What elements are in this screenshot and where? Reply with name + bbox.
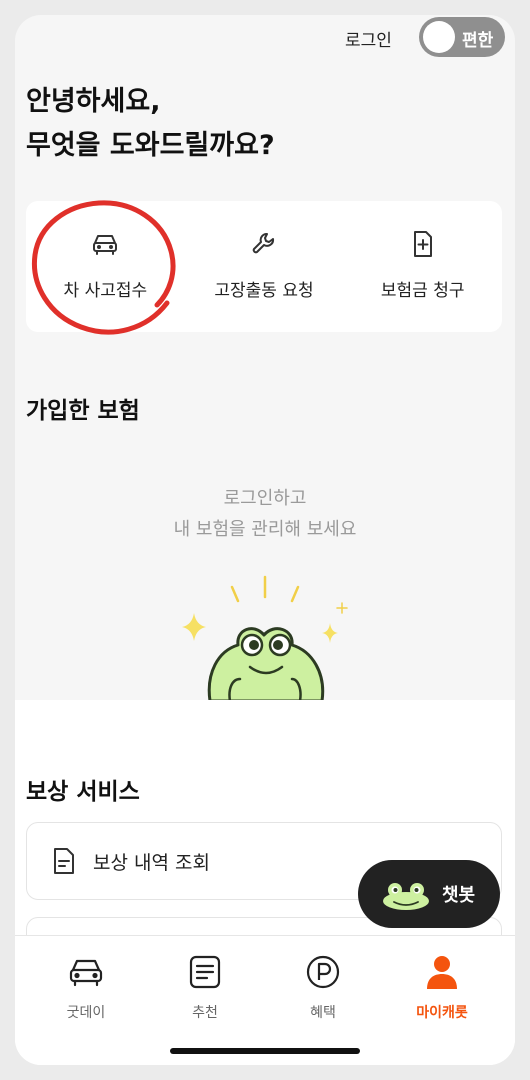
frog-mascot-illustration <box>182 575 348 701</box>
point-icon <box>306 955 340 989</box>
car-icon <box>93 235 118 255</box>
nav-label: 굿데이 <box>66 1005 106 1021</box>
chatbot-label: 챗봇 <box>442 885 476 906</box>
greeting-title: 안녕하세요, 무엇을 도와드릴까요? <box>26 80 275 168</box>
quick-action-label: 보험금 청구 <box>380 281 465 301</box>
nav-item-benefits[interactable]: 혜택 <box>278 952 368 1022</box>
car-icon <box>69 959 103 987</box>
nav-label: 마이캐롯 <box>416 1005 468 1021</box>
list-icon <box>189 955 221 989</box>
nav-item-recommend[interactable]: 추천 <box>160 952 250 1022</box>
nav-item-goodday[interactable]: 굿데이 <box>41 952 131 1022</box>
login-prompt[interactable]: 로그인하고 내 보험을 관리해 보세요 <box>15 483 515 545</box>
toggle-knob <box>423 21 455 53</box>
compensation-title: 보상 서비스 <box>26 779 140 805</box>
greeting-line-2: 무엇을 도와드릴까요? <box>26 130 275 161</box>
easy-mode-label: 편한 <box>462 31 494 51</box>
person-icon <box>427 956 457 989</box>
compensation-history-label: 보상 내역 조회 <box>93 852 210 874</box>
my-insurance-title: 가입한 보험 <box>26 398 140 424</box>
frog-icon <box>383 883 429 910</box>
quick-action-label: 차 사고접수 <box>63 281 148 301</box>
quick-action-insurance-claim[interactable]: 보험금 청구 <box>343 201 502 332</box>
document-icon <box>54 848 74 874</box>
bottom-navigation: 굿데이 추천 혜택 마이캐롯 <box>15 935 515 1065</box>
nav-item-my-carrot[interactable]: 마이캐롯 <box>397 952 487 1022</box>
quick-actions-card: 차 사고접수 고장출동 요청 보험금 청구 <box>26 201 502 332</box>
nav-label: 추천 <box>192 1005 218 1021</box>
chatbot-button[interactable]: 챗봇 <box>358 860 500 928</box>
login-prompt-line-1: 로그인하고 <box>223 488 307 509</box>
quick-action-accident-report[interactable]: 차 사고접수 <box>26 201 185 332</box>
app-screen: 로그인 편한 안녕하세요, 무엇을 도와드릴까요? 차 사고접수 고장출동 요청 <box>15 15 515 1065</box>
wrench-icon <box>252 233 275 254</box>
login-link[interactable]: 로그인 <box>345 26 392 51</box>
home-indicator <box>170 1048 360 1054</box>
nav-label: 혜택 <box>310 1005 336 1021</box>
quick-action-label: 고장출동 요청 <box>214 281 314 301</box>
greeting-line-1: 안녕하세요, <box>26 86 161 117</box>
document-plus-icon <box>413 231 432 257</box>
quick-action-breakdown-request[interactable]: 고장출동 요청 <box>185 201 344 332</box>
easy-mode-toggle[interactable]: 편한 <box>419 17 505 57</box>
login-prompt-line-2: 내 보험을 관리해 보세요 <box>173 519 357 540</box>
top-bar: 로그인 편한 <box>15 15 515 63</box>
